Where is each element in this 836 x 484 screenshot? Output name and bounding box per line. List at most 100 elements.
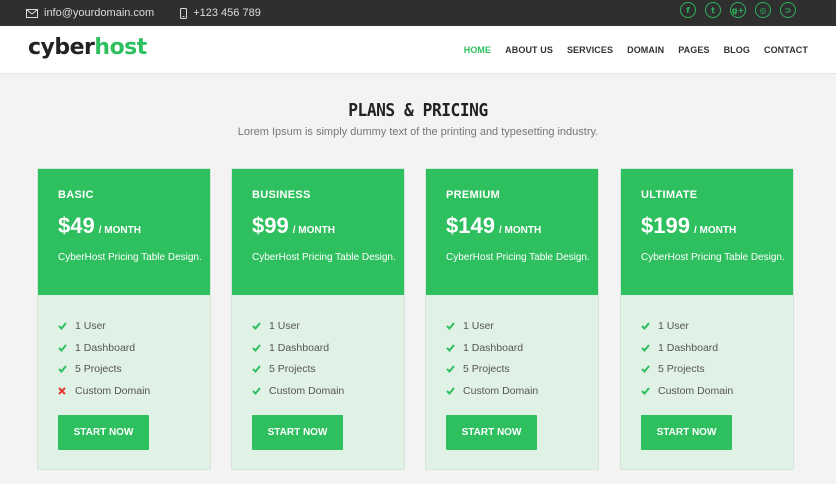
plan-description: CyberHost Pricing Table Design. bbox=[641, 252, 785, 263]
feature-list: 1 User 1 Dashboard 5 Projects Custom Domain bbox=[446, 315, 538, 402]
feature-item: 5 Projects bbox=[641, 358, 733, 380]
google-plus-icon[interactable]: g+ bbox=[730, 2, 746, 18]
logo-part-cyber: cyber bbox=[28, 35, 95, 60]
check-icon bbox=[252, 322, 269, 330]
phone-icon bbox=[180, 7, 188, 19]
start-now-button[interactable]: START NOW bbox=[641, 415, 732, 450]
check-icon bbox=[58, 365, 75, 374]
plan-description: CyberHost Pricing Table Design. bbox=[58, 252, 202, 263]
card-header: ULTIMATE $199/ MONTH CyberHost Pricing Tab… bbox=[621, 169, 793, 295]
rss-icon[interactable]: ⊃ bbox=[780, 2, 796, 18]
feature-item: 1 Dashboard bbox=[641, 337, 733, 359]
feature-item: 1 User bbox=[58, 315, 150, 337]
facebook-icon[interactable]: f bbox=[680, 2, 696, 18]
nav-contact[interactable]: CONTACT bbox=[764, 45, 808, 55]
nav-blog[interactable]: BLOG bbox=[724, 45, 750, 55]
feature-item: 5 Projects bbox=[58, 358, 150, 380]
plan-price: $49 bbox=[58, 213, 95, 238]
plan-period: / MONTH bbox=[292, 225, 335, 236]
feature-label: 1 Dashboard bbox=[75, 341, 136, 354]
nav-about-us[interactable]: ABOUT US bbox=[505, 45, 553, 55]
check-icon bbox=[252, 365, 269, 374]
plan-period: / MONTH bbox=[693, 225, 737, 236]
check-icon bbox=[58, 343, 75, 352]
pricing-card-basic: BASIC $49/ MONTH CyberHost Pricing Table D… bbox=[37, 168, 211, 470]
check-icon bbox=[252, 387, 269, 395]
social-links: f t g+ ◎ ⊃ bbox=[680, 2, 796, 18]
contact-info: info@yourdomain.com +123 456 789 bbox=[26, 0, 261, 26]
feature-item: 1 Dashboard bbox=[58, 337, 150, 359]
feature-label: 1 User bbox=[658, 319, 689, 332]
nav-home[interactable]: HOME bbox=[464, 45, 491, 55]
card-header: PREMIUM $149/ MONTH CyberHost Pricing Tabl… bbox=[426, 169, 598, 295]
nav-pages[interactable]: PAGES bbox=[678, 45, 709, 55]
feature-label: Custom Domain bbox=[75, 384, 151, 397]
feature-item: 1 Dashboard bbox=[252, 337, 344, 359]
plan-price-row: $49/ MONTH bbox=[58, 213, 141, 239]
feature-label: 1 Dashboard bbox=[269, 341, 330, 354]
start-now-button[interactable]: START NOW bbox=[252, 415, 343, 450]
feature-list: 1 User 1 Dashboard 5 Projects Custom Domain bbox=[641, 315, 733, 402]
plan-name: PREMIUM bbox=[446, 189, 501, 201]
feature-label: 1 Dashboard bbox=[658, 341, 719, 354]
check-icon bbox=[446, 343, 463, 352]
feature-label: 1 User bbox=[269, 319, 300, 332]
plan-name: BASIC bbox=[58, 189, 94, 201]
nav-services[interactable]: SERVICES bbox=[567, 45, 613, 55]
start-now-button[interactable]: START NOW bbox=[446, 415, 537, 450]
feature-label: 5 Projects bbox=[463, 363, 510, 376]
check-icon bbox=[446, 322, 463, 330]
plan-period: / MONTH bbox=[498, 225, 542, 236]
feature-item: Custom Domain bbox=[446, 380, 538, 402]
main-nav: HOME ABOUT US SERVICES DOMAIN PAGES BLOG… bbox=[464, 26, 808, 74]
section-subtitle: Lorem Ipsum is simply dummy text of the … bbox=[237, 126, 599, 138]
email-link[interactable]: info@yourdomain.com bbox=[44, 7, 154, 19]
plan-period: / MONTH bbox=[98, 225, 141, 236]
feature-label: 5 Projects bbox=[658, 363, 705, 376]
card-header: BUSINESS $99/ MONTH CyberHost Pricing Tabl… bbox=[232, 169, 404, 295]
plan-price-row: $99/ MONTH bbox=[252, 213, 335, 239]
plan-price: $199 bbox=[641, 213, 690, 238]
feature-item: 1 User bbox=[446, 315, 538, 337]
feature-label: 5 Projects bbox=[75, 363, 122, 376]
cross-icon bbox=[58, 387, 75, 395]
check-icon bbox=[252, 343, 269, 352]
feature-label: Custom Domain bbox=[463, 384, 539, 397]
plan-description: CyberHost Pricing Table Design. bbox=[252, 252, 396, 263]
check-icon bbox=[446, 365, 463, 374]
feature-item: 1 User bbox=[252, 315, 344, 337]
dribbble-icon[interactable]: ◎ bbox=[755, 2, 771, 18]
pricing-card-business: BUSINESS $99/ MONTH CyberHost Pricing Tabl… bbox=[231, 168, 405, 470]
plan-price-row: $199/ MONTH bbox=[641, 213, 736, 239]
feature-label: 1 User bbox=[463, 319, 494, 332]
start-now-button[interactable]: START NOW bbox=[58, 415, 149, 450]
pricing-card-ultimate: ULTIMATE $199/ MONTH CyberHost Pricing Tab… bbox=[620, 168, 794, 470]
check-icon bbox=[446, 387, 463, 395]
plan-description: CyberHost Pricing Table Design. bbox=[446, 252, 590, 263]
plan-price-row: $149/ MONTH bbox=[446, 213, 541, 239]
top-bar: info@yourdomain.com +123 456 789 f t g+ … bbox=[0, 0, 836, 26]
plan-name: BUSINESS bbox=[252, 189, 311, 201]
pricing-card-premium: PREMIUM $149/ MONTH CyberHost Pricing Tabl… bbox=[425, 168, 599, 470]
logo-part-host: host bbox=[94, 35, 147, 60]
card-header: BASIC $49/ MONTH CyberHost Pricing Table D… bbox=[38, 169, 210, 295]
feature-item: 5 Projects bbox=[446, 358, 538, 380]
section-title: PLANS & PRICING bbox=[348, 100, 488, 121]
plan-name: ULTIMATE bbox=[641, 189, 698, 201]
twitter-icon[interactable]: t bbox=[705, 2, 721, 18]
feature-label: 5 Projects bbox=[269, 363, 316, 376]
plan-price: $99 bbox=[252, 213, 289, 238]
check-icon bbox=[641, 322, 658, 330]
envelope-icon bbox=[26, 8, 38, 18]
check-icon bbox=[641, 343, 658, 352]
phone-number[interactable]: +123 456 789 bbox=[193, 7, 261, 19]
feature-list: 1 User 1 Dashboard 5 Projects Custom Domain bbox=[58, 315, 150, 402]
plan-price: $149 bbox=[446, 213, 495, 238]
feature-item: 1 User bbox=[641, 315, 733, 337]
logo[interactable]: cyberhost bbox=[28, 35, 147, 60]
feature-list: 1 User 1 Dashboard 5 Projects Custom Domain bbox=[252, 315, 344, 402]
check-icon bbox=[641, 365, 658, 374]
nav-domain[interactable]: DOMAIN bbox=[627, 45, 664, 55]
feature-item: 1 Dashboard bbox=[446, 337, 538, 359]
feature-item: Custom Domain bbox=[252, 380, 344, 402]
